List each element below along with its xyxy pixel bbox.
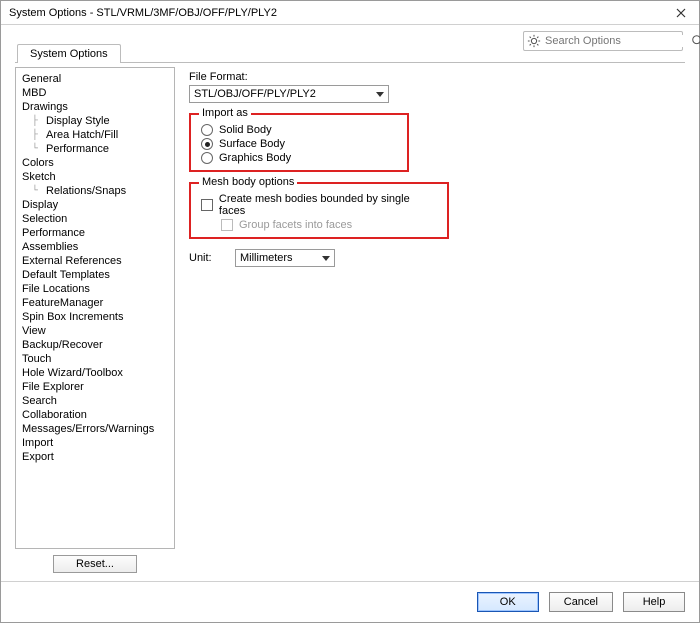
- tree-item[interactable]: Collaboration: [18, 408, 172, 422]
- file-format-label: File Format:: [189, 71, 681, 83]
- tree-branch-icon: ├: [32, 130, 46, 141]
- left-column: GeneralMBDDrawings├Display Style├Area Ha…: [15, 67, 175, 573]
- tree-child-item[interactable]: ├Area Hatch/Fill: [32, 128, 172, 142]
- import-as-option-label: Solid Body: [219, 124, 272, 136]
- import-as-legend: Import as: [199, 107, 251, 119]
- window-title: System Options - STL/VRML/3MF/OBJ/OFF/PL…: [9, 7, 669, 19]
- close-icon: [676, 8, 686, 18]
- unit-row: Unit: Millimeters: [189, 249, 681, 267]
- help-button[interactable]: Help: [623, 592, 685, 612]
- unit-dropdown[interactable]: Millimeters: [235, 249, 335, 267]
- ok-button[interactable]: OK: [477, 592, 539, 612]
- tree-item[interactable]: Default Templates: [18, 268, 172, 282]
- tree-item[interactable]: View: [18, 324, 172, 338]
- system-options-dialog: System Options - STL/VRML/3MF/OBJ/OFF/PL…: [0, 0, 700, 623]
- dialog-body: GeneralMBDDrawings├Display Style├Area Ha…: [1, 63, 699, 581]
- tab-system-options[interactable]: System Options: [17, 44, 121, 63]
- tree-item[interactable]: Spin Box Increments: [18, 310, 172, 324]
- create-mesh-bodies-checkbox[interactable]: Create mesh bodies bounded by single fac…: [201, 192, 437, 218]
- tree-item[interactable]: Colors: [18, 156, 172, 170]
- file-format-value: STL/OBJ/OFF/PLY/PLY2: [194, 88, 374, 100]
- tree-item[interactable]: Sketch: [18, 170, 172, 184]
- tree-child-item[interactable]: └Relations/Snaps: [32, 184, 172, 198]
- tree-item[interactable]: Assemblies: [18, 240, 172, 254]
- gear-icon: [527, 33, 541, 49]
- options-tree[interactable]: GeneralMBDDrawings├Display Style├Area Ha…: [15, 67, 175, 549]
- import-as-option[interactable]: Solid Body: [201, 123, 397, 137]
- group-facets-checkbox: Group facets into faces: [221, 218, 437, 232]
- import-as-option-label: Graphics Body: [219, 152, 291, 164]
- tree-item[interactable]: Display: [18, 198, 172, 212]
- mesh-body-options-group: Mesh body options Create mesh bodies bou…: [189, 182, 449, 239]
- tree-item[interactable]: File Locations: [18, 282, 172, 296]
- tree-child-item[interactable]: └Performance: [32, 142, 172, 156]
- search-options-field[interactable]: [523, 31, 683, 51]
- tree-item[interactable]: File Explorer: [18, 380, 172, 394]
- tree-branch-icon: └: [32, 186, 46, 197]
- tree-item[interactable]: Import: [18, 436, 172, 450]
- chevron-down-icon: [320, 256, 332, 261]
- import-as-group: Import as Solid BodySurface BodyGraphics…: [189, 113, 409, 172]
- chevron-down-icon: [374, 92, 386, 97]
- tree-item[interactable]: FeatureManager: [18, 296, 172, 310]
- import-as-option[interactable]: Surface Body: [201, 137, 397, 151]
- unit-label: Unit:: [189, 252, 229, 264]
- group-facets-label: Group facets into faces: [239, 219, 352, 231]
- tree-item[interactable]: Export: [18, 450, 172, 464]
- tree-item[interactable]: Search: [18, 394, 172, 408]
- import-as-option-label: Surface Body: [219, 138, 285, 150]
- tree-item-label: Performance: [46, 143, 109, 155]
- tree-item[interactable]: Backup/Recover: [18, 338, 172, 352]
- tree-item[interactable]: External References: [18, 254, 172, 268]
- mesh-options-legend: Mesh body options: [199, 176, 297, 188]
- cancel-button[interactable]: Cancel: [549, 592, 613, 612]
- tree-item[interactable]: MBD: [18, 86, 172, 100]
- file-format-dropdown[interactable]: STL/OBJ/OFF/PLY/PLY2: [189, 85, 389, 103]
- close-button[interactable]: [669, 1, 693, 25]
- tree-child-item[interactable]: ├Display Style: [32, 114, 172, 128]
- tree-item[interactable]: Touch: [18, 352, 172, 366]
- titlebar: System Options - STL/VRML/3MF/OBJ/OFF/PL…: [1, 1, 699, 25]
- tree-branch-icon: └: [32, 144, 46, 155]
- tree-item[interactable]: Drawings: [18, 100, 172, 114]
- right-column: File Format: STL/OBJ/OFF/PLY/PLY2 Import…: [185, 67, 685, 573]
- tree-item-label: Area Hatch/Fill: [46, 129, 118, 141]
- radio-icon: [201, 124, 213, 136]
- dialog-footer: OK Cancel Help: [1, 581, 699, 622]
- tree-item[interactable]: Messages/Errors/Warnings: [18, 422, 172, 436]
- radio-icon: [201, 152, 213, 164]
- tree-item[interactable]: Selection: [18, 212, 172, 226]
- top-area: System Options: [1, 25, 699, 63]
- checkbox-icon: [201, 199, 213, 211]
- tree-item-label: Display Style: [46, 115, 110, 127]
- tree-item[interactable]: General: [18, 72, 172, 86]
- reset-button[interactable]: Reset...: [53, 555, 137, 573]
- unit-value: Millimeters: [240, 252, 320, 264]
- search-icon: [691, 33, 700, 49]
- radio-icon: [201, 138, 213, 150]
- tree-branch-icon: ├: [32, 116, 46, 127]
- tree-item[interactable]: Hole Wizard/Toolbox: [18, 366, 172, 380]
- search-input[interactable]: [541, 35, 691, 47]
- tree-item[interactable]: Performance: [18, 226, 172, 240]
- create-mesh-bodies-label: Create mesh bodies bounded by single fac…: [219, 193, 437, 217]
- tree-item-label: Relations/Snaps: [46, 185, 126, 197]
- import-as-option[interactable]: Graphics Body: [201, 151, 397, 165]
- checkbox-icon: [221, 219, 233, 231]
